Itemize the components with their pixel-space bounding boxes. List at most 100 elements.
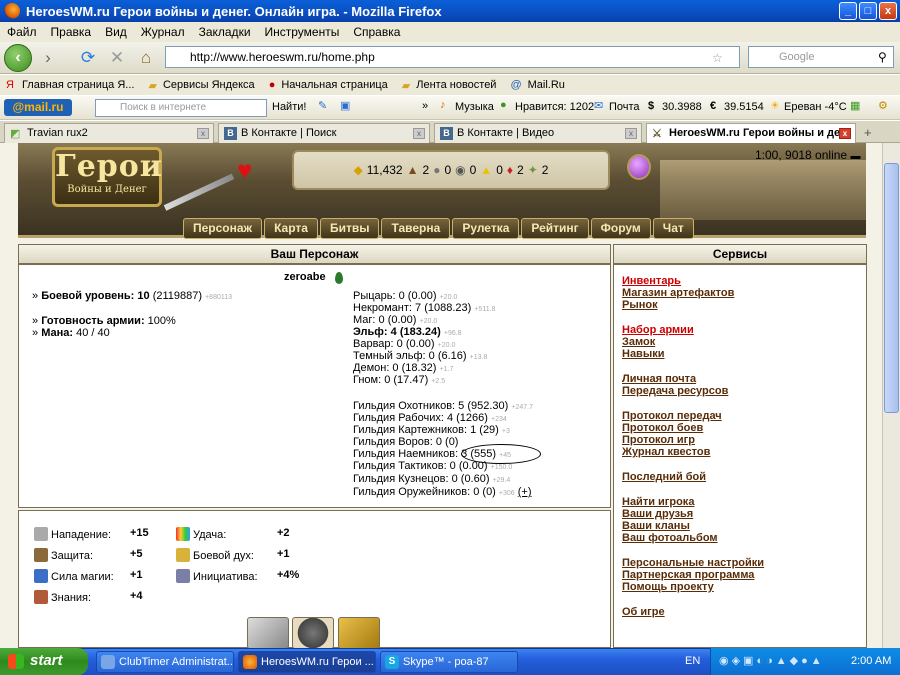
reload-icon[interactable]: ⟳ bbox=[78, 48, 98, 68]
menu-history[interactable]: Журнал bbox=[134, 25, 192, 39]
gear-icon[interactable]: ⚙ bbox=[878, 99, 888, 112]
nav-character[interactable]: Персонаж bbox=[183, 218, 263, 239]
guild-row[interactable]: Гильдия Охотников: 5 (952.30) +247.7 bbox=[353, 400, 533, 412]
menu-bookmarks[interactable]: Закладки bbox=[192, 25, 258, 39]
eur-rate[interactable]: 39.5154 bbox=[724, 101, 764, 113]
service-clans[interactable]: Ваши кланы bbox=[622, 520, 690, 532]
search-box[interactable]: Google bbox=[748, 46, 894, 68]
service-transfer-log[interactable]: Протокол передач bbox=[622, 410, 722, 422]
tab-close-icon[interactable]: x bbox=[197, 128, 209, 139]
tab-vk-search[interactable]: B В Контакте | Поиск x bbox=[218, 123, 430, 143]
bookmark-mailru[interactable]: Mail.Ru bbox=[522, 79, 573, 91]
nav-tavern[interactable]: Таверна bbox=[381, 218, 451, 239]
close-button[interactable]: x bbox=[879, 2, 897, 20]
health-heart-icon[interactable]: ♥ bbox=[237, 155, 252, 185]
usd-rate[interactable]: 30.3988 bbox=[662, 101, 702, 113]
tab-heroeswm[interactable]: ⚔ HeroesWM.ru Герои войны и де... x bbox=[646, 123, 856, 144]
character-name[interactable]: zeroabe bbox=[284, 271, 326, 283]
service-last-battle[interactable]: Последний бой bbox=[622, 471, 706, 483]
message-icon[interactable]: ▬ bbox=[850, 151, 860, 162]
menu-edit[interactable]: Правка bbox=[44, 25, 99, 39]
service-artifact-shop[interactable]: Магазин артефактов bbox=[622, 287, 734, 299]
menu-bar: Файл Правка Вид Журнал Закладки Инструме… bbox=[0, 22, 900, 42]
back-button[interactable]: ‹ bbox=[4, 44, 32, 72]
service-personal-settings[interactable]: Персональные настройки bbox=[622, 557, 764, 569]
task-clubtimer[interactable]: ClubTimer Administrat... bbox=[96, 651, 234, 673]
guild-plus-link[interactable]: (+) bbox=[518, 486, 532, 498]
bookmark-yandex-services[interactable]: Сервисы Яндекса bbox=[157, 79, 263, 91]
service-help-project[interactable]: Помощь проекту bbox=[622, 581, 714, 593]
clock[interactable]: 2:00 AM bbox=[851, 648, 891, 674]
service-photo-album[interactable]: Ваш фотоальбом bbox=[622, 532, 718, 544]
mana-flask-icon[interactable] bbox=[627, 154, 651, 180]
tab-label: Travian rux2 bbox=[27, 127, 88, 139]
service-friends[interactable]: Ваши друзья bbox=[622, 508, 693, 520]
attack-icon bbox=[34, 527, 48, 541]
language-indicator[interactable]: EN bbox=[685, 648, 700, 674]
menu-file[interactable]: Файл bbox=[0, 25, 44, 39]
url-bar[interactable]: http://www.heroeswm.ru/home.php bbox=[165, 46, 740, 68]
window-title-bar[interactable]: HeroesWM.ru Герои войны и денег. Онлайн … bbox=[0, 0, 900, 22]
scrollbar-thumb[interactable] bbox=[884, 163, 899, 413]
maximize-button[interactable]: □ bbox=[859, 2, 877, 20]
bookmark-star-icon[interactable]: ☆ bbox=[712, 51, 723, 65]
tab-travian[interactable]: ◩ Travian rux2 x bbox=[4, 123, 214, 143]
bookmark-news-feed[interactable]: Лента новостей bbox=[410, 79, 504, 91]
tab-close-icon[interactable]: x bbox=[839, 128, 851, 139]
task-firefox[interactable]: HeroesWM.ru Герои ... bbox=[238, 651, 376, 673]
window-icon[interactable]: ▣ bbox=[340, 99, 350, 112]
mailru-find-button[interactable]: Найти! bbox=[272, 101, 306, 113]
heroes-logo[interactable]: Герои Войны и Денег bbox=[52, 147, 162, 207]
nav-roulette[interactable]: Рулетка bbox=[452, 218, 520, 239]
nav-battles[interactable]: Битвы bbox=[319, 218, 380, 239]
mailru-search-placeholder: Поиск в интернете bbox=[120, 102, 207, 113]
weapon-slot[interactable] bbox=[247, 617, 289, 649]
task-skype[interactable]: S Skype™ - poa-87 bbox=[380, 651, 518, 673]
mailru-logo[interactable]: @mail.ru bbox=[4, 99, 72, 116]
start-button[interactable]: start bbox=[0, 648, 88, 675]
service-market[interactable]: Рынок bbox=[622, 299, 658, 311]
music-link[interactable]: Музыка bbox=[455, 101, 494, 113]
menu-view[interactable]: Вид bbox=[98, 25, 134, 39]
nav-chat[interactable]: Чат bbox=[652, 218, 694, 239]
pen-icon[interactable]: ✎ bbox=[318, 99, 327, 112]
armor-slot[interactable] bbox=[338, 617, 380, 649]
tab-close-icon[interactable]: x bbox=[413, 128, 425, 139]
nav-map[interactable]: Карта bbox=[264, 218, 318, 239]
tab-vk-video[interactable]: B В Контакте | Видео x bbox=[434, 123, 642, 143]
service-partner-program[interactable]: Партнерская программа bbox=[622, 569, 754, 581]
search-icon[interactable]: ⚲ bbox=[878, 50, 887, 64]
chevron-more-icon[interactable]: » bbox=[422, 100, 428, 112]
game-icon[interactable]: ▦ bbox=[850, 99, 860, 112]
shield-slot[interactable] bbox=[292, 617, 334, 649]
mailru-search-input[interactable]: Поиск в интернете bbox=[95, 99, 267, 117]
service-battle-log[interactable]: Протокол боев bbox=[622, 422, 703, 434]
service-find-player[interactable]: Найти игрока bbox=[622, 496, 694, 508]
service-skills[interactable]: Навыки bbox=[622, 348, 665, 360]
tray-icons[interactable]: ◉◈▣◐◑▲◆●▲ bbox=[719, 648, 825, 674]
service-transfer-resources[interactable]: Передача ресурсов bbox=[622, 385, 728, 397]
service-game-log[interactable]: Протокол игр bbox=[622, 434, 695, 446]
service-recruit-army[interactable]: Набор армии bbox=[622, 324, 694, 336]
home-icon[interactable]: ⌂ bbox=[136, 48, 156, 68]
stop-icon[interactable]: ✕ bbox=[107, 48, 127, 68]
weather-link[interactable]: Ереван -4°C bbox=[784, 101, 847, 113]
service-inventory[interactable]: Инвентарь bbox=[622, 275, 681, 287]
forward-button[interactable]: › bbox=[38, 48, 58, 68]
nav-forum[interactable]: Форум bbox=[590, 218, 651, 239]
bookmark-yandex-home[interactable]: Главная страница Я... bbox=[16, 79, 143, 91]
bookmark-start-page[interactable]: Начальная страница bbox=[275, 79, 395, 91]
page-scrollbar[interactable] bbox=[882, 143, 900, 648]
minimize-button[interactable]: _ bbox=[839, 2, 857, 20]
service-about-game[interactable]: Об игре bbox=[622, 606, 665, 618]
nav-rating[interactable]: Рейтинг bbox=[521, 218, 589, 239]
service-personal-mail[interactable]: Личная почта bbox=[622, 373, 696, 385]
menu-help[interactable]: Справка bbox=[346, 25, 407, 39]
service-castle[interactable]: Замок bbox=[622, 336, 655, 348]
likes-link[interactable]: Нравится: 1202 bbox=[515, 101, 594, 113]
new-tab-icon[interactable]: + bbox=[864, 125, 872, 140]
tab-close-icon[interactable]: x bbox=[625, 128, 637, 139]
mail-link[interactable]: Почта bbox=[609, 101, 640, 113]
service-quest-log[interactable]: Журнал квестов bbox=[622, 446, 710, 458]
menu-tools[interactable]: Инструменты bbox=[258, 25, 347, 39]
